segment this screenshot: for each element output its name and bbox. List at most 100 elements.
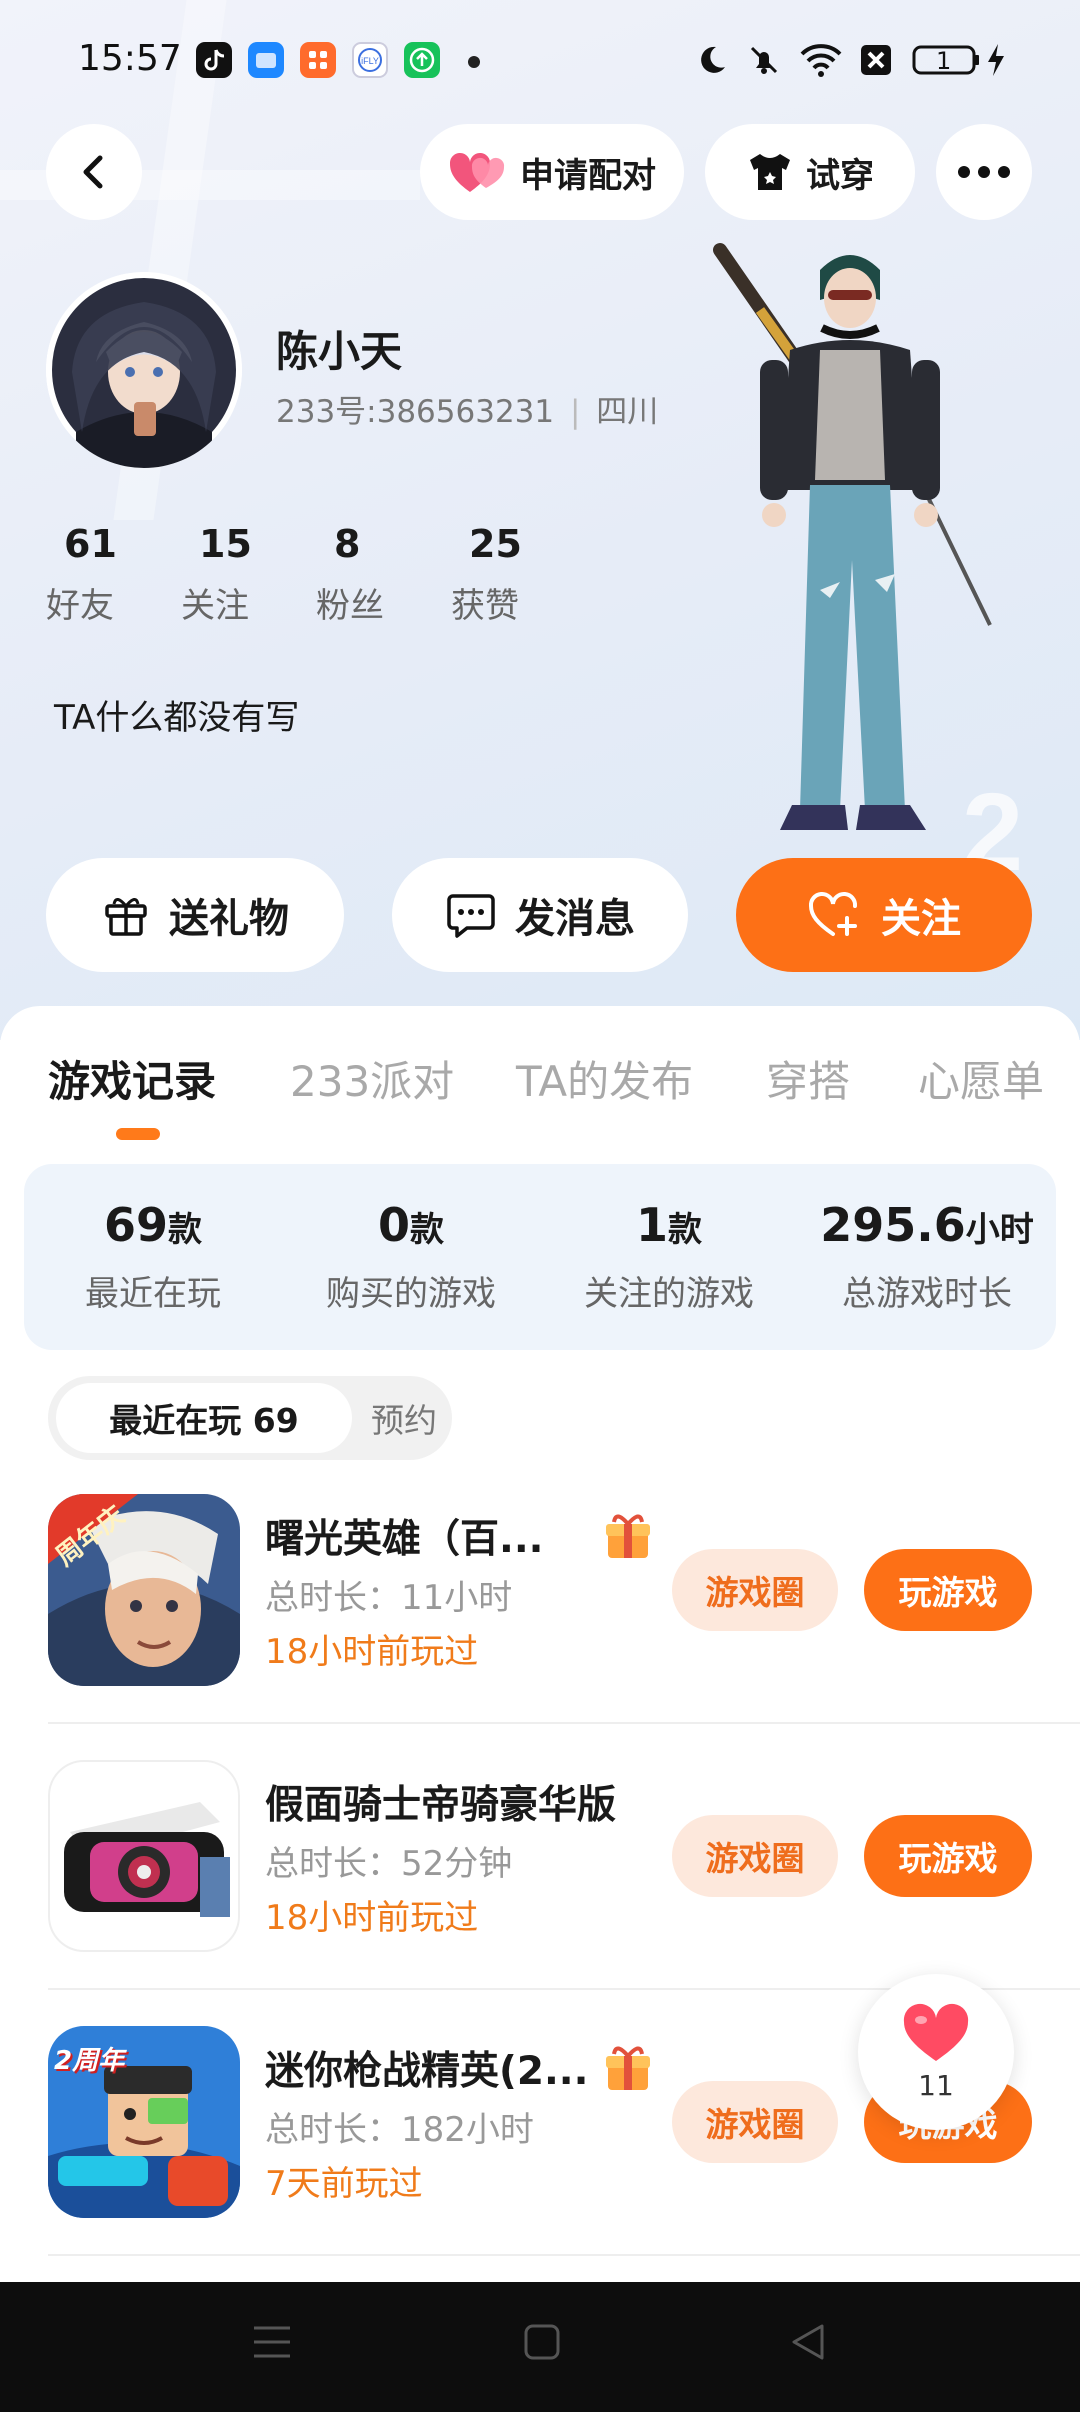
summary-unit: 小时 [965,1210,1034,1250]
user-id: 233号:386563231 [276,394,555,430]
send-message-label: 发消息 [515,896,635,942]
game-icon: 周年庆 [48,1494,240,1686]
ifly-icon: iFLY [352,42,388,78]
notification-dot [468,56,480,68]
summary-purchased[interactable]: 0款 购买的游戏 [282,1164,540,1350]
game-icon: 2周年 [48,2026,240,2218]
svg-text:iFLY: iFLY [361,56,379,66]
stat-fans[interactable]: 8 粉丝 [316,522,451,627]
pair-request-label: 申请配对 [520,155,656,196]
profile-stats: 61 好友 15 关注 8 粉丝 25 获赞 [46,522,586,627]
stat-likes[interactable]: 25 获赞 [451,522,586,627]
play-game-button[interactable]: 玩游戏 [864,1815,1032,1897]
game-circle-button[interactable]: 游戏圈 [672,1815,838,1897]
summary-unit: 款 [410,1210,444,1250]
stat-number: 15 [199,522,252,566]
game-duration: 总时长：11小时 [265,1578,513,1618]
chat-icon [447,894,495,938]
pair-request-button[interactable]: 申请配对 [420,124,684,220]
gift-icon [105,898,147,936]
summary-number: 1 [635,1198,668,1252]
chevron-left-icon [83,155,103,189]
filter-recent[interactable]: 最近在玩 69 [56,1383,352,1453]
send-message-button[interactable]: 发消息 [392,858,688,972]
username: 陈小天 [276,327,403,376]
try-on-label: 试穿 [806,155,874,196]
stat-label: 关注 [181,586,249,626]
summary-recent[interactable]: 69款 最近在玩 [24,1164,282,1350]
sim-off-icon [861,45,891,75]
heart-plus-icon [808,891,858,936]
gift-badge-icon[interactable] [602,2042,654,2094]
game-name: 假面骑士帝骑豪华版 [265,1783,617,1828]
more-icon [958,166,1010,178]
stat-number: 61 [64,522,117,566]
back-triangle-icon[interactable] [788,2322,828,2362]
game-circle-button[interactable]: 游戏圈 [672,2081,838,2163]
stat-following[interactable]: 15 关注 [181,522,316,627]
stat-friends[interactable]: 61 好友 [46,522,181,627]
summary-playtime: 295.6小时 总游戏时长 [798,1164,1056,1350]
game-filter-toggle: 最近在玩 69 预约 [48,1376,452,1460]
files-icon [248,42,284,78]
avatar-character[interactable]: 233 [700,230,1020,890]
home-icon[interactable] [522,2322,562,2362]
charging-icon [988,44,1004,76]
user-id-line: 233号:386563231 | 四川 [276,386,658,431]
tab-outfits[interactable]: 穿搭 [766,1048,850,1109]
summary-label: 购买的游戏 [326,1274,496,1314]
mute-bell-icon [750,46,778,74]
app-store-icon [300,42,336,78]
avatar[interactable] [46,272,242,468]
game-duration: 总时长：52分钟 [265,1844,513,1884]
row-divider [48,2254,1080,2256]
summary-number: 69 [103,1198,168,1252]
game-row[interactable]: 周年庆 曙光英雄（百... 总时长：11小时 18小时前玩过 游戏圈 玩游戏 [0,1494,1080,1760]
tab-party[interactable]: 233派对 [290,1048,454,1109]
summary-number: 295.6 [820,1198,966,1252]
summary-label: 总游戏时长 [842,1274,1012,1314]
summary-unit: 款 [168,1210,202,1250]
back-button[interactable] [46,124,142,220]
stat-number: 25 [469,522,522,566]
more-button[interactable] [936,124,1032,220]
avatar-image [46,272,242,468]
filter-reserve[interactable]: 预约 [364,1383,444,1453]
tab-game-records[interactable]: 游戏记录 [48,1048,216,1109]
game-name: 迷你枪战精英(2... [265,2049,589,2094]
send-gift-button[interactable]: 送礼物 [46,858,344,972]
stat-number: 8 [334,522,361,566]
stat-label: 粉丝 [316,586,384,626]
menu-icon[interactable] [252,2322,292,2362]
gift-badge-icon[interactable] [602,1510,654,1562]
game-icon [48,1760,240,1952]
game-last-played: 7天前玩过 [265,2164,423,2204]
tiktok-icon [196,42,232,78]
try-on-button[interactable]: 试穿 [705,124,915,220]
summary-followed[interactable]: 1款 关注的游戏 [540,1164,798,1350]
follow-label: 关注 [881,896,961,942]
status-bar: 15:57 iFLY 1 [0,0,1080,120]
bio-text: TA什么都没有写 [54,698,300,738]
tab-indicator [116,1128,160,1140]
game-duration: 总时长：182小时 [265,2110,534,2150]
heart-icon [903,2003,969,2061]
game-circle-button[interactable]: 游戏圈 [672,1549,838,1631]
play-game-button[interactable]: 玩游戏 [864,1549,1032,1631]
moon-icon [701,46,725,73]
user-location: 四川 [596,394,659,430]
follow-button[interactable]: 关注 [736,858,1032,972]
stat-label: 好友 [46,586,114,626]
id-separator: | [569,394,581,430]
summary-number: 0 [377,1198,410,1252]
tab-wishlist[interactable]: 心愿单 [918,1048,1044,1109]
like-count: 11 [918,2068,954,2102]
battery-level: 1 [936,47,952,75]
stat-label: 获赞 [451,586,519,626]
double-heart-icon [449,152,505,192]
wifi-icon [800,44,842,77]
floating-like-button[interactable]: 11 [858,1974,1014,2130]
game-icon-badge: 2周年 [54,2046,125,2076]
summary-label: 最近在玩 [85,1274,221,1314]
tab-posts[interactable]: TA的发布 [516,1048,693,1109]
